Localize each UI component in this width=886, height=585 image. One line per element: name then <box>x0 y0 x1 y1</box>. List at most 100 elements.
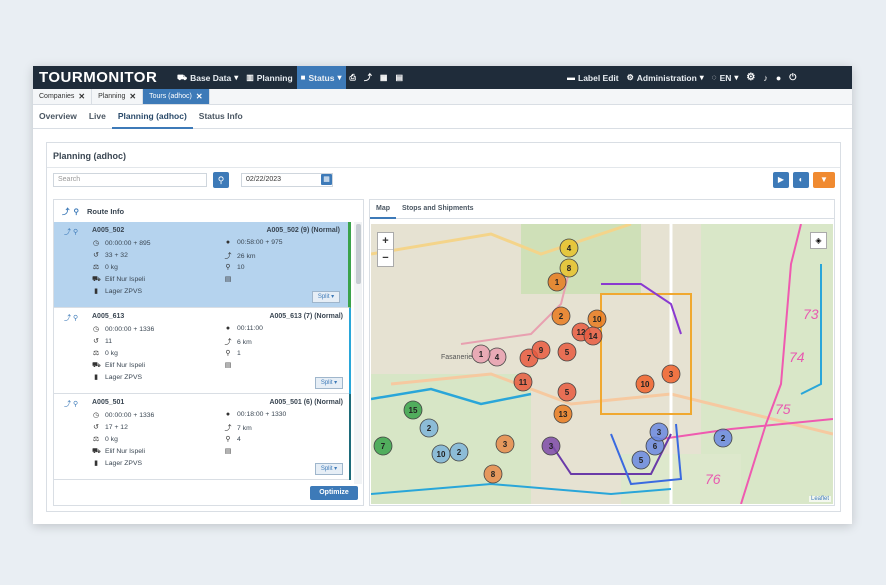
map-marker-label: 7 <box>527 354 532 363</box>
map-stop-marker[interactable]: 2 <box>419 418 439 438</box>
subtab-status-info[interactable]: Status Info <box>193 104 249 127</box>
split-dropdown[interactable]: Split ▾ <box>315 463 343 475</box>
chat-icon: ◌ <box>711 73 717 82</box>
brand-logo[interactable]: TOURMONITOR <box>39 69 157 86</box>
filter-button[interactable]: ▼ <box>813 172 835 188</box>
nav-notifications[interactable]: ♪ <box>759 66 772 89</box>
palette-button[interactable]: ◐ <box>793 172 809 188</box>
optimize-button[interactable]: Optimize <box>310 486 358 500</box>
map-stop-marker[interactable]: 2 <box>449 442 469 462</box>
calendar-icon[interactable]: ▦ <box>321 174 332 185</box>
map-stop-marker[interactable]: 3 <box>541 436 561 456</box>
nav-base-data[interactable]: ⛟ Base Data ▾ <box>173 66 242 89</box>
nav-language[interactable]: ◌ EN ▾ <box>708 66 743 89</box>
map-stop-marker[interactable]: 2 <box>713 428 733 448</box>
map-stop-marker[interactable]: 5 <box>631 450 651 470</box>
map-stop-marker[interactable]: 5 <box>557 382 577 402</box>
map-marker-label: 10 <box>437 450 446 459</box>
pin-icon[interactable]: ⚲ <box>73 315 78 322</box>
truck-icon: ⛟ <box>177 72 188 82</box>
map-view[interactable]: Fasanerie 73 74 75 76 4 8 1 2 10 12 14 5 7 9 11 5 13… <box>371 224 833 504</box>
route-card-icons[interactable]: ⤴ ⚲ <box>64 399 78 409</box>
map-canvas[interactable]: Fasanerie 73 74 75 76 4812 1012 1457911513… <box>371 224 833 504</box>
route-info-title: Route Info <box>87 206 125 216</box>
nav-map[interactable]: ▤ <box>391 66 407 89</box>
map-stop-marker[interactable]: 5 <box>557 342 577 362</box>
nav-administration[interactable]: ⚙ Administration ▾ <box>623 66 708 89</box>
nav-calculator[interactable]: ▦ <box>376 66 392 89</box>
nav-user[interactable]: ● <box>772 66 785 89</box>
map-marker-label: 5 <box>565 388 570 397</box>
map-stop-marker[interactable]: 8 <box>559 258 579 278</box>
map-stop-marker[interactable]: 10 <box>635 374 655 394</box>
close-icon[interactable]: ✕ <box>129 92 136 101</box>
route-card-icons[interactable]: ⤴ ⚲ <box>64 313 78 323</box>
planning-panel: Planning (adhoc) Search ⚲ 02/22/2023 ▦ ▶… <box>46 142 841 512</box>
map-stop-marker[interactable]: 3 <box>495 434 515 454</box>
split-dropdown[interactable]: Split ▾ <box>315 377 343 389</box>
route-time-start: 00:00:00 + 1336 <box>105 325 155 333</box>
search-button[interactable]: ⚲ <box>213 172 229 188</box>
map-marker-label: 5 <box>565 348 570 357</box>
nav-status[interactable]: ■ Status ▾ <box>296 66 346 89</box>
nav-logout[interactable]: ⏻ <box>785 66 800 89</box>
map-stop-marker[interactable]: 3 <box>661 364 681 384</box>
map-stop-marker[interactable]: 1 <box>547 272 567 292</box>
power-icon: ⏻ <box>789 72 797 82</box>
map-stop-marker[interactable]: 8 <box>483 464 503 484</box>
map-stop-marker[interactable]: 14 <box>583 326 603 346</box>
map-stop-marker[interactable]: 9 <box>531 340 551 360</box>
route-card-icons[interactable]: ⤴ ⚲ <box>64 227 78 237</box>
nav-planning[interactable]: ▥ Planning <box>242 66 296 89</box>
route-icon[interactable]: ⤴ <box>64 315 71 322</box>
map-stop-marker[interactable]: 4 <box>559 238 579 258</box>
nav-label-edit[interactable]: ▬ Label Edit <box>563 66 623 89</box>
nav-settings[interactable]: ⚙ <box>742 66 759 89</box>
route-icon[interactable]: ⤴ <box>64 229 71 236</box>
map-icon: ▤ <box>395 73 404 82</box>
search-input[interactable]: Search <box>53 173 207 187</box>
subtab-planning-adhoc[interactable]: Planning (adhoc) <box>111 104 193 129</box>
nav-print[interactable]: ⎙ <box>346 66 360 89</box>
map-tabs: Map Stops and Shipments <box>370 200 834 219</box>
pin-icon[interactable]: ⚲ <box>73 401 78 408</box>
page-tab-tours-adhoc[interactable]: Tours (adhoc) ✕ <box>143 89 210 104</box>
map-attribution[interactable]: Leaflet <box>808 496 831 502</box>
sub-navigation: Overview Live Planning (adhoc) Status In… <box>33 104 852 129</box>
pin-icon[interactable]: ⚲ <box>73 229 78 236</box>
map-stop-marker[interactable]: 2 <box>551 306 571 326</box>
page-tab-planning[interactable]: Planning ✕ <box>92 89 144 104</box>
close-icon[interactable]: ✕ <box>196 92 203 101</box>
map-marker-label: 4 <box>495 353 500 362</box>
subtab-live[interactable]: Live <box>83 104 112 127</box>
date-input[interactable]: 02/22/2023 <box>241 173 333 187</box>
zoom-in-button[interactable]: + <box>378 233 393 250</box>
map-stop-marker[interactable]: 10 <box>587 309 607 329</box>
zoom-out-button[interactable]: − <box>378 250 393 266</box>
route-icon[interactable]: ⤴ <box>64 401 71 408</box>
tab-stops-and-shipments[interactable]: Stops and Shipments <box>396 200 480 217</box>
map-stop-marker[interactable]: 15 <box>403 400 423 420</box>
map-stop-marker[interactable]: 13 <box>553 404 573 424</box>
map-stop-marker[interactable]: 1 <box>471 344 491 364</box>
play-button[interactable]: ▶ <box>773 172 789 188</box>
map-stop-marker[interactable]: 7 <box>373 436 393 456</box>
map-stop-marker[interactable]: 3 <box>649 422 669 442</box>
map-stop-marker[interactable]: 11 <box>513 372 533 392</box>
subtab-overview[interactable]: Overview <box>33 104 83 127</box>
map-stop-marker[interactable]: 4 <box>487 347 507 367</box>
nav-route[interactable]: ⤴ <box>360 66 376 89</box>
split-dropdown[interactable]: Split ▾ <box>312 291 340 303</box>
close-icon[interactable]: ✕ <box>78 92 85 101</box>
route-card[interactable]: ⤴ ⚲ A005_501 A005_501 (6) (Normal) ◷ 00:0… <box>54 394 351 480</box>
scrollbar-thumb[interactable] <box>356 224 361 284</box>
map-stop-marker[interactable]: 10 <box>431 444 451 464</box>
route-weight: 0 kg <box>105 435 118 443</box>
map-road-label: 73 <box>803 306 819 322</box>
tab-map[interactable]: Map <box>370 200 396 219</box>
route-card[interactable]: ⤴ ⚲ A005_502 A005_502 (9) (Normal) ◷ 00:0… <box>54 222 351 308</box>
route-card[interactable]: ⤴ ⚲ A005_613 A005_613 (7) (Normal) ◷ 00:0… <box>54 308 351 394</box>
locate-button[interactable]: ◈ <box>810 232 827 249</box>
user-icon: ● <box>775 72 782 83</box>
page-tab-companies[interactable]: Companies ✕ <box>33 89 93 104</box>
